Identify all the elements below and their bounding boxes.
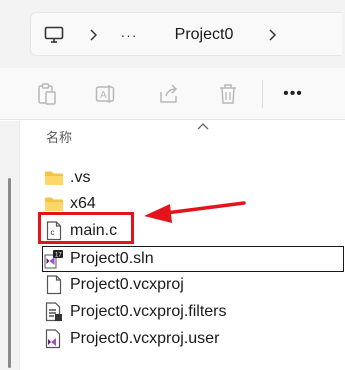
svg-text:17: 17	[55, 253, 62, 259]
delete-button[interactable]	[212, 78, 244, 110]
file-name: Project0.vcxproj.user	[70, 330, 220, 347]
address-bar[interactable]: ··· Project0	[30, 12, 342, 56]
navigation-scrollbar[interactable]	[8, 178, 11, 368]
share-button[interactable]	[153, 78, 185, 110]
share-icon	[160, 84, 178, 103]
file-name: Project0.sln	[70, 250, 154, 267]
file-name: x64	[70, 195, 96, 212]
list-item[interactable]: Project0.vcxproj.filters	[44, 299, 304, 325]
visual-studio-solution-icon: 17	[44, 249, 64, 269]
toolbar-divider	[262, 80, 263, 108]
vs-user-file-icon	[44, 329, 64, 349]
blank-file-icon	[44, 275, 64, 295]
list-item[interactable]: Project0.vcxproj	[44, 272, 304, 298]
see-more-button[interactable]: •••	[278, 78, 308, 110]
file-name: Project0.vcxproj	[70, 276, 184, 293]
paste-button[interactable]	[31, 78, 63, 110]
chevron-right-icon[interactable]	[261, 13, 283, 57]
filters-file-icon	[44, 302, 64, 322]
list-item[interactable]: Project0.vcxproj.user	[44, 326, 304, 352]
folder-icon	[44, 168, 64, 188]
paste-icon	[38, 83, 56, 105]
annotation-highlight-box	[38, 212, 134, 244]
breadcrumb-project0[interactable]: Project0	[159, 13, 249, 57]
folder-icon	[44, 194, 64, 214]
rename-icon: A	[95, 85, 115, 103]
sort-chevron-up-icon	[197, 123, 209, 130]
list-item[interactable]: .vs	[44, 165, 304, 191]
column-header-name[interactable]: 名称	[46, 127, 72, 146]
list-item[interactable]: 17 Project0.sln	[44, 246, 304, 272]
chevron-right-icon[interactable]	[83, 13, 103, 57]
this-pc-icon[interactable]	[43, 13, 65, 57]
trash-icon	[220, 84, 236, 104]
file-name: Project0.vcxproj.filters	[70, 303, 227, 320]
address-bar-area: ··· Project0	[0, 0, 345, 68]
breadcrumb-overflow-button[interactable]: ···	[117, 13, 141, 57]
file-name: .vs	[70, 169, 91, 186]
svg-text:A: A	[100, 90, 107, 101]
see-more-label: •••	[283, 85, 303, 102]
rename-button[interactable]: A	[90, 78, 122, 110]
command-bar: A •••	[0, 68, 345, 120]
breadcrumb-overflow-label: ···	[120, 27, 138, 43]
